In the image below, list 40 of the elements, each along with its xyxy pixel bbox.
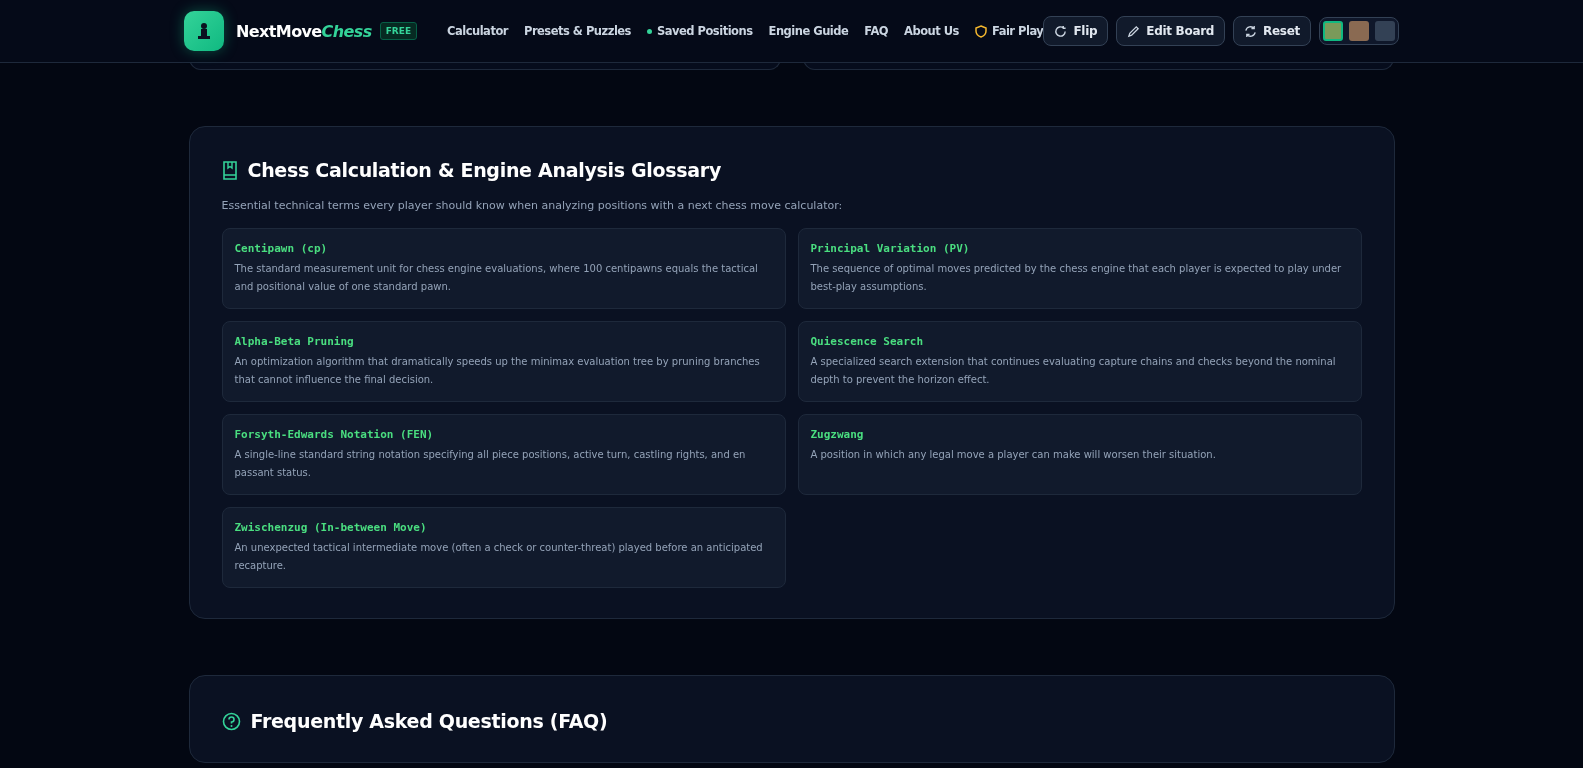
term-definition: The standard measurement unit for chess engine evaluations, where 100 centipawns equals the tactical and positional value of one standard pawn. [234,262,759,294]
term-title: Principal Variation (PV) [810,242,971,255]
term-title: Centipawn (cp) [234,242,329,255]
edit-button[interactable]: Edit Board [1116,16,1226,46]
term-definition: A specialized search extension that continues evaluating capture chains and checks beyond the nominal depth to prevent the horizon effect. [810,355,1337,387]
term-definition: An optimization algorithm that dramatically speeds up the minimax evaluation tree by pruning branches that cannot influence the final decision. [234,355,761,387]
nav-link[interactable]: FAQ [864,24,889,38]
flip-button[interactable]: Flip [1043,16,1109,46]
section-intro: Essential technical terms every player should know when analyzing positions with a next chess move calculator: [221,199,844,212]
term-definition: A single-line standard string notation specifying all piece positions, active turn, castling rights, and en passant status. [234,448,747,480]
nav-link[interactable]: Presets & Puzzles [523,24,631,38]
nav-link[interactable]: Fair Play [991,24,1044,38]
term-definition: A position in which any legal move a player can make will worsen their situation. [810,448,1217,462]
theme-swatch[interactable] [1349,21,1369,41]
section-title: Chess Calculation & Engine Analysis Glossary [247,159,721,181]
term-title: Quiescence Search [810,335,925,348]
theme-swatch[interactable] [1375,21,1395,41]
shield-icon [974,24,987,38]
reset-button[interactable]: Reset [1233,16,1311,46]
brand-name[interactable]: NextMoveChess [236,21,372,41]
nav-link[interactable]: Saved Positions [656,24,753,38]
status-dot-icon [646,28,652,34]
term-definition: The sequence of optimal moves predicted by the chess engine that each player is expected to play under best-play assumptions. [810,262,1343,294]
rotate-icon [1054,24,1068,38]
theme-swatch[interactable] [1323,21,1343,41]
refresh-icon [1244,24,1258,38]
nav-link[interactable]: Calculator [447,24,508,38]
help-icon [221,711,241,731]
nav-link[interactable]: About Us [904,24,959,38]
nav-link[interactable]: Engine Guide [768,24,849,38]
free-badge: FREE [379,22,418,40]
term-title: Zugzwang [810,428,865,441]
pawn-logo-icon[interactable] [184,11,224,51]
term-title: Zwischenzug (In-between Move) [234,521,428,534]
term-title: Alpha-Beta Pruning [234,335,355,348]
pencil-icon [1127,24,1141,38]
term-definition: An unexpected tactical intermediate move (often a check or counter-threat) played before an anticipated recapture. [234,541,764,573]
section-title: Frequently Asked Questions (FAQ) [250,710,608,732]
term-title: Forsyth-Edwards Notation (FEN) [234,428,435,441]
book-icon [221,160,238,180]
